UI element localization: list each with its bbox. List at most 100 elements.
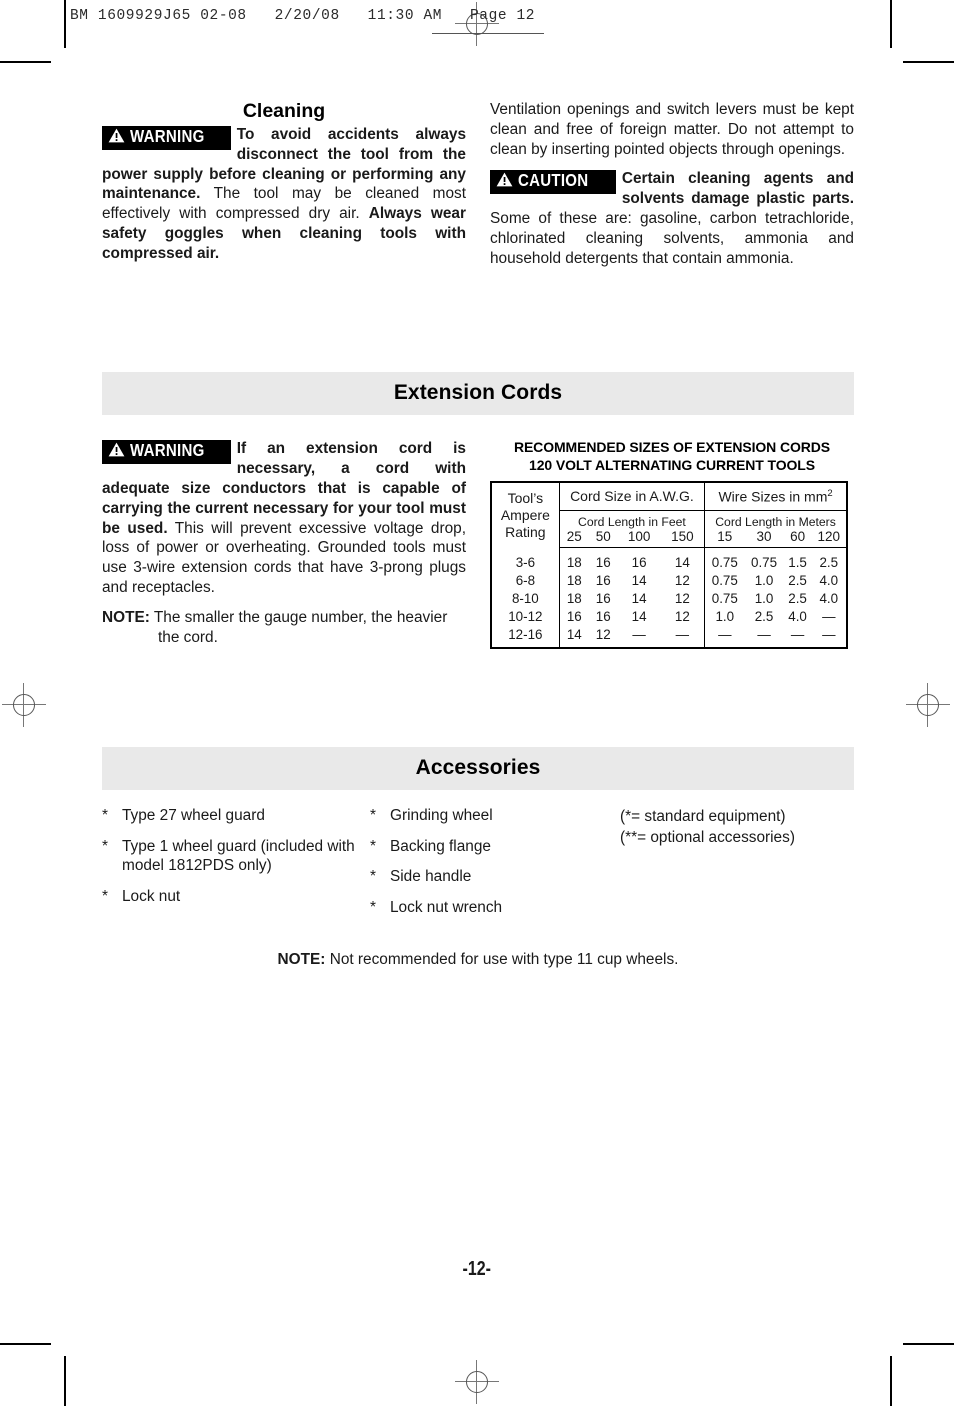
cell-awg: 12 [660, 607, 706, 626]
accessories-final-note: NOTE: Not recommended for use with type … [102, 951, 854, 969]
cell-mm2: 1.0 [715, 608, 735, 624]
accessory-label: Type 1 wheel guard (included with model … [122, 837, 355, 875]
caution-triangle-icon [496, 172, 513, 191]
col-meters-60: 60 [783, 528, 812, 548]
cell-mm2: 1.0 [754, 590, 774, 606]
subheader-cord-length-feet: Cord Length in Feet [559, 510, 706, 529]
cell-awg: 12 [660, 571, 706, 590]
standard-equipment-star-icon: * [102, 887, 108, 905]
list-item: * Type 27 wheel guard [102, 806, 370, 826]
crop-mark-top-right-horizontal [903, 61, 954, 63]
col-feet-25: 25 [559, 528, 589, 548]
cell-mm2: 2.5 [819, 554, 839, 570]
cell-mm2: 4.0 [819, 590, 839, 606]
col-meters-120: 120 [811, 528, 847, 548]
cell-mm2: — [790, 626, 805, 642]
extension-cords-text-column: WARNING If an extension cord is necessar… [102, 439, 466, 649]
list-item: * Lock nut wrench [370, 898, 620, 918]
crop-mark-bottom-left-vertical [64, 1356, 66, 1406]
cord-table-title-line2: 120 VOLT ALTERNATING CURRENT TOOLS [529, 456, 815, 473]
top-two-column-block: Cleaning WARNING To avoid accidents alwa… [102, 100, 854, 268]
list-item: * Type 1 wheel guard (included with mode… [102, 837, 370, 876]
cell-awg: 14 [631, 572, 647, 588]
accessories-legend: (*= standard equipment) (**= optional ac… [620, 806, 854, 928]
cell-mm2: 0.75 [711, 554, 738, 570]
row-ampere-rating: 3-6 [491, 553, 560, 572]
row-ampere-rating: 8-10 [491, 589, 560, 608]
standard-equipment-star-icon: * [370, 807, 376, 825]
col-feet-100: 100 [617, 528, 661, 548]
cell-mm2: 4.0 [788, 608, 807, 624]
page-number: -12- [0, 1258, 954, 1281]
accessories-column-a: * Type 27 wheel guard * Type 1 wheel gua… [102, 806, 370, 928]
note-label: NOTE: [102, 608, 150, 626]
cord-table-title-line1: RECOMMENDED SIZES OF EXTENSION CORDS [513, 439, 831, 456]
tool-header-line2: Ampere [500, 506, 550, 523]
cell-awg: 14 [631, 590, 647, 606]
group-header-mm2: Wire Sizes in mm2 [704, 482, 847, 511]
warning-badge-cleaning: WARNING [102, 126, 231, 150]
print-imprint-header: BM 1609929J65 02-08 2/20/08 11:30 AM Pag… [70, 8, 536, 24]
cell-mm2: — [822, 626, 836, 642]
warning-triangle-icon [108, 442, 125, 461]
standard-equipment-star-icon: * [102, 837, 108, 855]
warning-triangle-icon [108, 128, 125, 147]
list-item: * Backing flange [370, 837, 620, 857]
cell-awg: 16 [631, 554, 647, 570]
crop-mark-top-left-horizontal [0, 61, 51, 63]
warning-badge-extension-cords: WARNING [102, 440, 231, 465]
accessory-label: Backing flange [390, 837, 491, 855]
standard-equipment-star-icon: * [370, 898, 376, 916]
cell-awg: 16 [595, 554, 611, 570]
cell-mm2: 0.75 [711, 590, 738, 606]
accessory-label: Grinding wheel [390, 807, 493, 825]
extension-cords-note: NOTE: The smaller the gauge number, the … [102, 608, 466, 648]
row-ampere-rating: 12-16 [491, 625, 560, 644]
table-row: 3-6 18 16 16 14 0.75 0.75 1.5 2.5 [491, 553, 847, 572]
col-meters-15: 15 [704, 528, 745, 548]
cell-mm2: — [757, 626, 771, 642]
accessories-column-b: * Grinding wheel * Backing flange * Side… [370, 806, 620, 928]
crop-mark-bottom-right-horizontal [903, 1343, 954, 1345]
ventilation-column: Ventilation openings and switch levers m… [490, 100, 854, 268]
table-row [491, 643, 847, 649]
cell-mm2: 0.75 [711, 572, 738, 588]
table-row: 10-12 16 16 14 12 1.0 2.5 4.0 — [491, 607, 847, 626]
group-header-awg: Cord Size in A.W.G. [559, 482, 706, 511]
row-ampere-rating: 6-8 [491, 571, 560, 590]
cell-awg: 14 [660, 553, 706, 572]
cell-mm2: 2.5 [788, 590, 807, 606]
tool-header-line1: Tool’s [507, 489, 544, 506]
cell-awg: 16 [595, 572, 611, 588]
subheader-cord-length-meters: Cord Length in Meters [715, 514, 836, 529]
cell-awg: 16 [595, 590, 611, 606]
page-number-value: -12- [462, 1258, 492, 1280]
table-row: 8-10 18 16 14 12 0.75 1.0 2.5 4.0 [491, 589, 847, 608]
cell-awg: 14 [631, 608, 647, 624]
table-row: 6-8 18 16 14 12 0.75 1.0 2.5 4.0 [491, 571, 847, 590]
caution-badge-label: CAUTION [518, 170, 589, 191]
cell-awg: — [660, 625, 706, 644]
cord-table-title: RECOMMENDED SIZES OF EXTENSION CORDS 120… [490, 439, 854, 474]
list-item: * Side handle [370, 867, 620, 887]
cell-awg: 12 [595, 626, 611, 642]
final-note-text: Not recommended for use with type 11 cup… [325, 950, 679, 968]
cell-awg: — [632, 626, 646, 642]
cell-mm2: — [822, 608, 836, 624]
cell-mm2: 2.5 [788, 572, 807, 588]
caution-plain: Some of these are: gasoline, carbon tetr… [490, 209, 854, 267]
standard-equipment-star-icon: * [102, 807, 108, 825]
cleaning-column: Cleaning WARNING To avoid accidents alwa… [102, 100, 466, 268]
legend-standard-equipment: (*= standard equipment) [620, 808, 786, 826]
tool-header-line3: Rating [505, 523, 546, 540]
accessory-label: Lock nut [122, 887, 181, 905]
note-text: The smaller the gauge number, the heavie… [153, 608, 448, 646]
caution-badge: CAUTION [490, 170, 616, 195]
final-note-label: NOTE: [277, 950, 326, 968]
table-row: 12-16 14 12 — — — — — — [491, 625, 847, 644]
cell-mm2: — [718, 626, 732, 642]
extension-cords-block: WARNING If an extension cord is necessar… [102, 439, 854, 650]
document-page: BM 1609929J65 02-08 2/20/08 11:30 AM Pag… [0, 0, 954, 1406]
caution-bold: Certain cleaning agents and solvents dam… [621, 170, 854, 208]
cell-mm2: 1.5 [788, 554, 807, 570]
